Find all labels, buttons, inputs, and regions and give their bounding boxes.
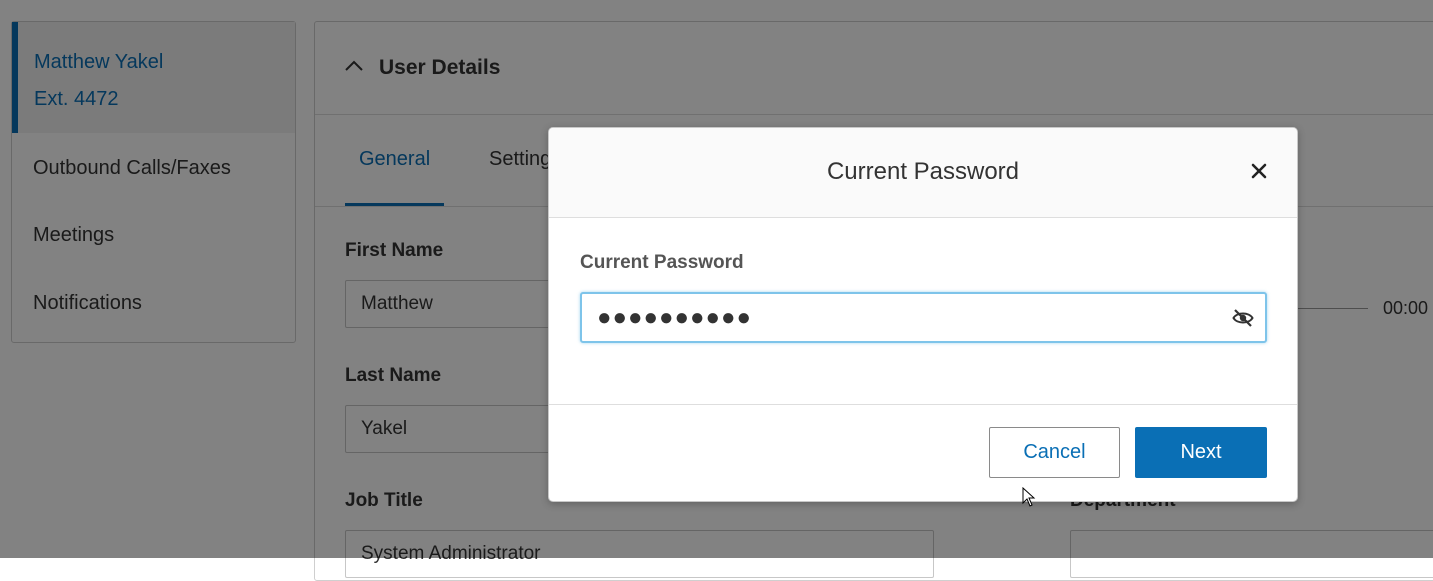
eye-slash-icon[interactable] <box>1232 308 1254 328</box>
next-button[interactable]: Next <box>1135 427 1267 478</box>
dialog-title: Current Password <box>826 158 1020 185</box>
current-password-dialog: Current Password Current Password ●●●●●●… <box>548 127 1298 502</box>
password-masked-value: ●●●●●●●●●● <box>597 304 752 331</box>
dialog-header: Current Password <box>549 128 1297 218</box>
mouse-cursor-icon <box>1022 487 1036 507</box>
current-password-input[interactable]: ●●●●●●●●●● <box>580 292 1267 343</box>
cancel-button[interactable]: Cancel <box>989 427 1120 478</box>
dialog-footer-divider <box>549 404 1297 405</box>
close-icon[interactable] <box>1249 161 1269 181</box>
current-password-label: Current Password <box>580 252 744 273</box>
